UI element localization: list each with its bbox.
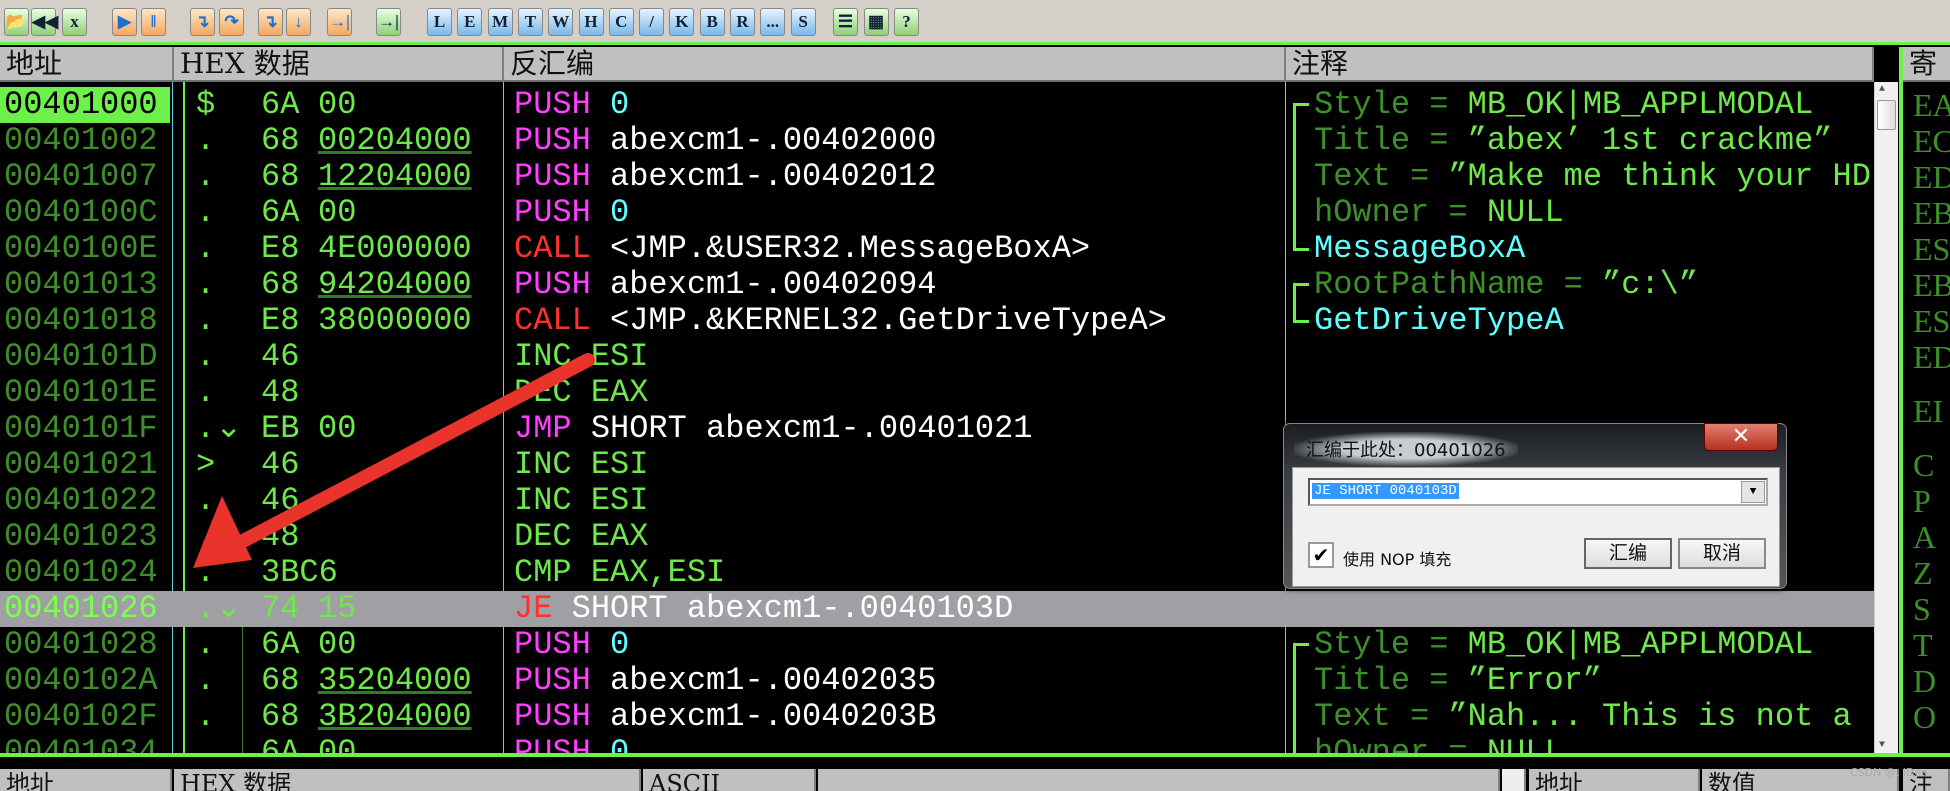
assemble-input-value[interactable]: JE SHORT 0040103D [1312,483,1459,499]
dropdown-arrow-icon[interactable]: ▼ [1741,481,1765,503]
assemble-dialog: 汇编于此处：00401026 ✕ JE SHORT 0040103D ▼ ✔ 使… [1283,423,1787,589]
arrow-shaft [238,353,595,547]
fill-nop-checkbox[interactable]: ✔ [1308,542,1334,568]
dialog-close-button[interactable]: ✕ [1704,423,1778,451]
annotation-arrow [193,353,595,568]
dialog-title: 汇编于此处：00401026 [1294,432,1518,466]
assemble-button[interactable]: 汇编 [1584,538,1672,569]
fill-nop-label[interactable]: 使用 NOP 填充 [1343,546,1451,570]
cancel-button[interactable]: 取消 [1678,538,1766,569]
arrow-head [193,496,252,568]
dialog-body: JE SHORT 0040103D ▼ ✔ 使用 NOP 填充 汇编 取消 [1292,467,1780,587]
assemble-input[interactable]: JE SHORT 0040103D ▼ [1308,478,1768,506]
